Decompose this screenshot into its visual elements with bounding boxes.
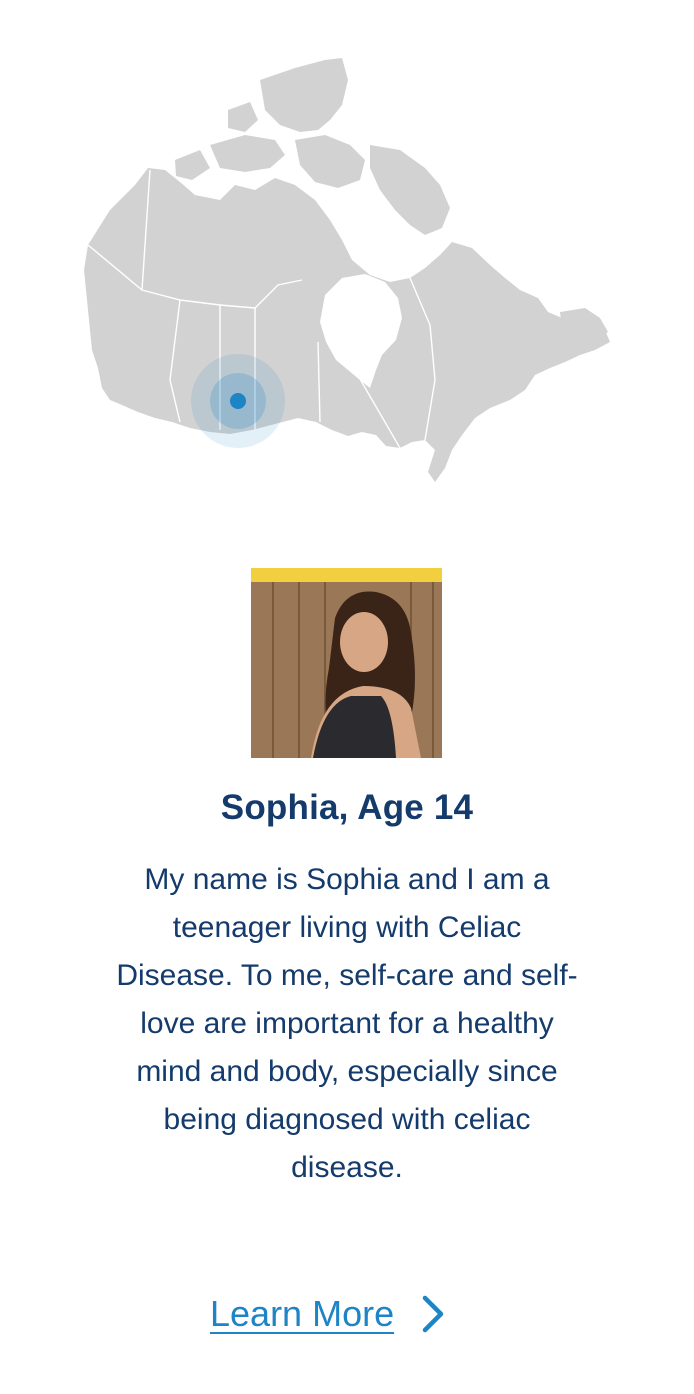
- profile-story: My name is Sophia and I am a teenager li…: [116, 863, 578, 1184]
- arctic-island-5: [228, 102, 258, 132]
- arctic-island-6: [175, 150, 210, 180]
- arctic-island-2: [210, 135, 285, 172]
- learn-more-link[interactable]: Learn More: [210, 1293, 446, 1335]
- photo-accent-bar: [251, 568, 442, 582]
- profile-photo-image: [251, 582, 442, 758]
- location-marker-dot: [230, 393, 246, 409]
- profile-photo: [251, 568, 442, 758]
- canada-map: [80, 50, 620, 495]
- arctic-island-4: [370, 145, 450, 235]
- chevron-right-icon: [422, 1295, 444, 1333]
- canada-map-graphic: [84, 58, 610, 482]
- arctic-island-1: [260, 58, 348, 132]
- arctic-island-3: [295, 135, 365, 188]
- profile-name: Sophia, Age 14: [220, 788, 474, 827]
- learn-more-label: Learn More: [210, 1293, 395, 1334]
